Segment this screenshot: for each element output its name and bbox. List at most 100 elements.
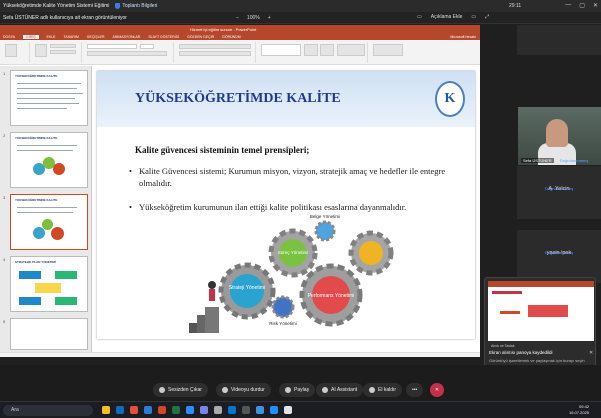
outlook-icon[interactable]	[228, 406, 236, 414]
slides-group	[32, 42, 82, 63]
excel-icon[interactable]	[172, 406, 180, 414]
minimize-button[interactable]: —	[565, 2, 571, 9]
app-icon[interactable]	[284, 406, 292, 414]
slide-title: YÜKSEKÖĞRETİMDE KALİTE	[135, 91, 341, 106]
align-buttons[interactable]	[179, 51, 251, 56]
annotate-button[interactable]: Açıklama Ekle	[431, 14, 463, 20]
close-icon: ✕	[434, 387, 440, 393]
annotate-controls: ▭ Açıklama Ekle ▭ ⤢	[417, 14, 489, 20]
layout-button[interactable]	[50, 44, 76, 48]
powerpoint-icon[interactable]	[158, 406, 166, 414]
tab-home[interactable]: GİRİŞ	[23, 34, 39, 39]
account-name[interactable]: Microsoft hesabı	[450, 35, 476, 39]
ai-assistant-button[interactable]: AI Assistant	[316, 383, 364, 397]
slide-thumbnail-selected[interactable]: 3 YÜKSEKÖĞRETİMDE KALİTE	[3, 194, 88, 250]
zoom-controls: − 100% +	[236, 15, 271, 21]
slide-thumbnail[interactable]: 4 STRATEJİK PLAN YÖNETİMİ	[3, 256, 88, 312]
edge-icon[interactable]	[116, 406, 124, 414]
arrange-button[interactable]	[304, 44, 318, 56]
current-slide[interactable]: YÜKSEKÖĞRETİMDE KALİTE K Kalite güvences…	[97, 71, 475, 339]
app-icon[interactable]	[270, 406, 278, 414]
management-gears-diagram: Strateji Yönetimi Süreç Yönetimi Belge Y…	[189, 214, 394, 333]
slide-subtitle: Kalite güvencesi sisteminin temel prensi…	[135, 145, 310, 155]
maximize-button[interactable]: ▢	[579, 2, 585, 9]
font-select[interactable]	[87, 44, 137, 49]
quick-styles-button[interactable]	[320, 44, 334, 56]
meeting-toolbar: Sesizden Çıkar Videoyu durdur Paylaş AI …	[0, 365, 601, 401]
person-head	[546, 119, 568, 147]
stop-video-button[interactable]: Videoyu durdur	[216, 383, 271, 397]
tab-review[interactable]: GÖZDEN GEÇİR	[187, 35, 214, 39]
settings-icon[interactable]	[214, 406, 222, 414]
shared-screen: Hizmet içi eğitim sunum - PowerPoint DOS…	[0, 25, 480, 357]
person-icon	[208, 281, 216, 289]
shape-format-buttons[interactable]	[337, 44, 365, 56]
gear-label: Risk Yönetimi	[269, 321, 296, 326]
file-explorer-icon[interactable]	[102, 406, 110, 414]
shapes-gallery[interactable]	[261, 44, 301, 56]
close-button[interactable]: ✕	[593, 2, 598, 9]
reset-button[interactable]	[50, 50, 76, 54]
view-options-icon[interactable]: ▭	[417, 14, 422, 20]
new-slide-button[interactable]	[35, 44, 47, 57]
thumbnail-diagram	[33, 157, 69, 183]
gear-label: Süreç Yönetimi	[278, 250, 308, 255]
unmute-button[interactable]: Sesizden Çıkar	[153, 383, 208, 397]
paste-button[interactable]	[5, 44, 17, 57]
word-icon[interactable]	[144, 406, 152, 414]
snip-preview[interactable]	[488, 281, 594, 341]
meeting-info-button[interactable]: Toplantı Bilgileri	[115, 3, 157, 9]
share-icon	[285, 387, 291, 393]
fullscreen-icon[interactable]: ⤢	[485, 14, 489, 20]
more-button[interactable]: •••	[406, 383, 424, 397]
camera-icon	[222, 387, 228, 393]
window-icon[interactable]: ▭	[471, 14, 476, 20]
leave-button[interactable]: ✕	[430, 383, 444, 397]
clipboard-group	[2, 42, 30, 63]
slide-thumbnail[interactable]: 1 YÜKSEKÖĞRETİMDE KALİTE	[3, 70, 88, 126]
taskbar-clock[interactable]: 09:42 16.07.2025	[569, 404, 589, 416]
tab-view[interactable]: GÖRÜNÜM	[222, 35, 240, 39]
participant-tile[interactable]: A. Yalcin Doğrulanmamış	[517, 166, 601, 219]
font-format-buttons[interactable]	[87, 51, 167, 56]
participant-status: Doğrulanmamış	[545, 250, 574, 255]
snip-notification[interactable]: Alıntı ve Taslak Ekran alıntısı panoya k…	[484, 277, 596, 375]
tab-design[interactable]: TASARIM	[63, 35, 78, 39]
raise-hand-button[interactable]: El kaldır	[363, 383, 403, 397]
windows-taskbar: Ara 09:42 16.07.2025	[0, 401, 601, 418]
zoom-out-button[interactable]: −	[236, 15, 239, 21]
participant-tile[interactable]: yasin ipek Doğrulanmamış	[517, 230, 601, 283]
tab-transitions[interactable]: GEÇİŞLER	[87, 35, 105, 39]
gear-strateji	[218, 262, 276, 320]
close-icon[interactable]: ✕	[589, 350, 593, 356]
zoom-icon[interactable]	[186, 406, 194, 414]
thumbnail-diagram	[33, 219, 69, 245]
meeting-timer: 29:11	[509, 3, 522, 9]
app-icon[interactable]	[256, 406, 264, 414]
font-size-select[interactable]	[140, 44, 154, 49]
tab-slideshow[interactable]: SLAYT GÖSTERİSİ	[148, 35, 179, 39]
share-button[interactable]: Paylaş	[279, 383, 316, 397]
sharer-label: Sefa ÜSTÜNER adlı kullanıcıya ait ekran …	[3, 15, 127, 21]
gear-label: Belge Yönetimi	[310, 214, 340, 219]
participant-tile[interactable]	[517, 25, 601, 55]
gear-ekstra	[348, 230, 394, 276]
slide-thumbnail[interactable]: 5	[3, 318, 88, 350]
zoom-in-button[interactable]: +	[268, 15, 271, 21]
tab-file[interactable]: DOSYA	[3, 35, 15, 39]
list-buttons[interactable]	[179, 44, 251, 49]
snip-title: Ekran alıntısı panoya kaydedildi	[489, 350, 553, 355]
chrome-icon[interactable]	[130, 406, 138, 414]
tab-animations[interactable]: ANİMASYONLAR	[113, 35, 141, 39]
microphone-icon	[159, 387, 165, 393]
share-status-bar: Sefa ÜSTÜNER adlı kullanıcıya ait ekran …	[0, 12, 601, 24]
taskbar-search[interactable]: Ara	[3, 405, 93, 416]
snipping-tool-icon[interactable]	[242, 406, 250, 414]
person-body	[209, 289, 215, 301]
find-replace-buttons[interactable]	[373, 44, 403, 56]
slide-thumbnails-panel: 1 YÜKSEKÖĞRETİMDE KALİTE 2 YÜKSEKÖĞRETİM…	[0, 66, 92, 352]
slide-thumbnail[interactable]: 2 YÜKSEKÖĞRETİMDE KALİTE	[3, 132, 88, 188]
teams-icon[interactable]	[200, 406, 208, 414]
webcam-tile[interactable]: Sefa ÜSTÜNER Doğrulanmamış	[518, 107, 601, 165]
tab-insert[interactable]: EKLE	[47, 35, 56, 39]
